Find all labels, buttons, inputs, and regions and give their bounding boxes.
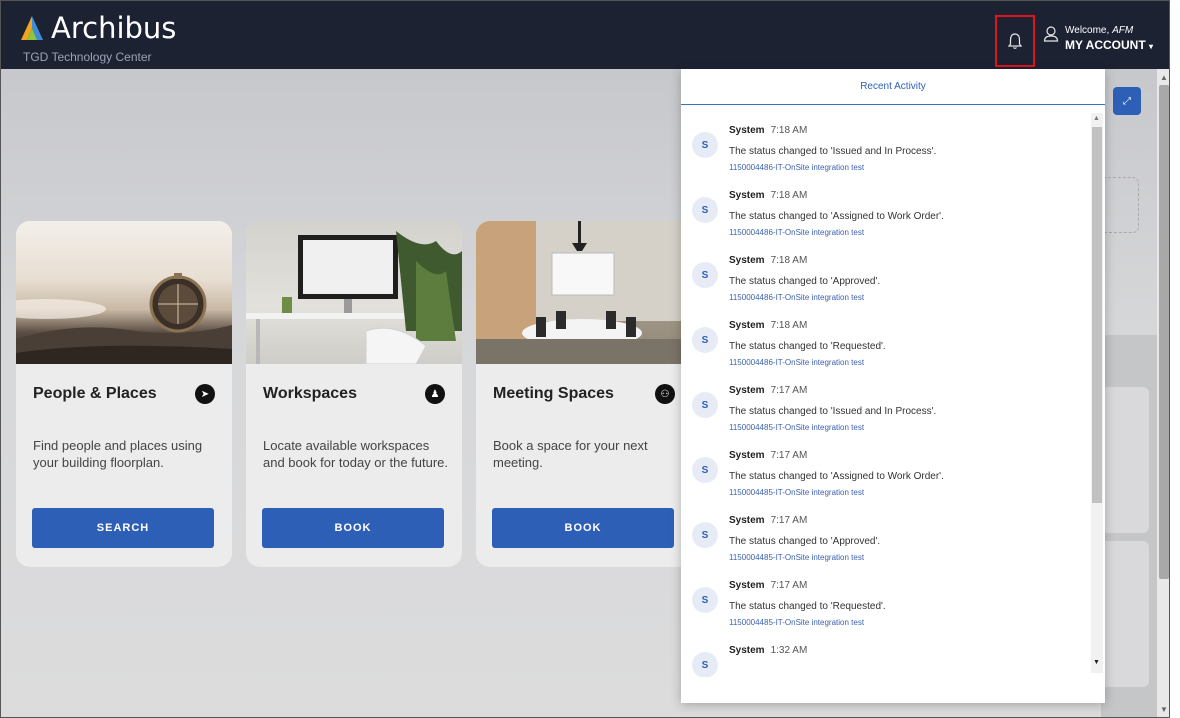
welcome-text: Welcome, AFM bbox=[1065, 25, 1134, 36]
card-title: Meeting Spaces bbox=[493, 385, 614, 402]
activity-message: The status changed to 'Issued and In Pro… bbox=[729, 406, 937, 417]
activity-message: The status changed to 'Approved'. bbox=[729, 276, 881, 287]
dashed-placeholder bbox=[1103, 177, 1139, 233]
scroll-down-icon[interactable]: ▼ bbox=[1160, 705, 1168, 714]
card-people-places: People & Places ➤ Find people and places… bbox=[16, 221, 232, 567]
panel-title: Recent Activity bbox=[681, 69, 1105, 105]
user-name: AFM bbox=[1112, 25, 1134, 36]
activity-link[interactable]: 1150004486-IT-OnSite integration test bbox=[729, 293, 864, 302]
avatar: S bbox=[692, 457, 718, 483]
account-menu[interactable]: Welcome, AFM MY ACCOUNT ▾ bbox=[1043, 25, 1153, 52]
expand-icon: ⤢ bbox=[1123, 95, 1131, 107]
scroll-down-icon[interactable]: ▼ bbox=[1093, 659, 1100, 666]
activity-time: 7:17 AM bbox=[770, 450, 808, 461]
activity-message: The status changed to 'Approved'. bbox=[729, 536, 881, 547]
caret-down-icon: ▾ bbox=[1149, 42, 1154, 51]
scroll-up-icon[interactable]: ▲ bbox=[1093, 115, 1100, 122]
bell-icon bbox=[1007, 33, 1023, 49]
avatar: S bbox=[692, 262, 718, 288]
archibus-logo[interactable]: Archibus bbox=[19, 11, 177, 45]
meeting-table-icon: ⚇ bbox=[655, 384, 675, 404]
activity-message: The status changed to 'Assigned to Work … bbox=[729, 471, 944, 482]
search-button[interactable]: SEARCH bbox=[32, 508, 214, 548]
activity-item[interactable]: S System 7:17 AM The status changed to 'I… bbox=[692, 385, 1082, 445]
chair-icon: ♟ bbox=[425, 384, 445, 404]
my-account-dropdown[interactable]: MY ACCOUNT ▾ bbox=[1065, 38, 1153, 52]
activity-item[interactable]: S System 7:18 AM The status changed to 'R… bbox=[692, 320, 1082, 380]
activity-message: The status changed to 'Requested'. bbox=[729, 601, 886, 612]
activity-time: 7:17 AM bbox=[770, 515, 808, 526]
activity-item[interactable]: S System 7:18 AM The status changed to 'A… bbox=[692, 190, 1082, 250]
activity-time: 7:17 AM bbox=[770, 385, 808, 396]
activity-user: System bbox=[729, 515, 765, 526]
activity-message: The status changed to 'Requested'. bbox=[729, 341, 886, 352]
activity-link[interactable]: 1150004486-IT-OnSite integration test bbox=[729, 163, 864, 172]
activity-user: System bbox=[729, 190, 765, 201]
activity-time: 7:17 AM bbox=[770, 580, 808, 591]
card-image-meeting-room bbox=[476, 221, 692, 364]
avatar: S bbox=[692, 652, 718, 677]
activity-user: System bbox=[729, 125, 765, 136]
user-icon bbox=[1043, 26, 1059, 42]
activity-scrollbar[interactable]: ▲ ▼ bbox=[1091, 113, 1103, 673]
activity-user: System bbox=[729, 320, 765, 331]
archibus-logo-icon bbox=[21, 16, 43, 40]
activity-message: The status changed to 'Issued and In Pro… bbox=[729, 146, 937, 157]
expand-button[interactable]: ⤢ bbox=[1113, 87, 1141, 115]
cursor-icon: ➤ bbox=[195, 384, 215, 404]
activity-link[interactable]: 1150004485-IT-OnSite integration test bbox=[729, 423, 864, 432]
activity-scrollbar-thumb[interactable] bbox=[1092, 127, 1102, 503]
activity-link[interactable]: 1150004486-IT-OnSite integration test bbox=[729, 228, 864, 237]
avatar: S bbox=[692, 327, 718, 353]
activity-item[interactable]: S System 1:32 AM bbox=[692, 645, 1082, 677]
book-workspace-button[interactable]: BOOK bbox=[262, 508, 444, 548]
activity-time: 1:32 AM bbox=[770, 645, 808, 656]
recent-activity-panel: Recent Activity S System 7:18 AM The stat… bbox=[681, 69, 1105, 703]
activity-time: 7:18 AM bbox=[770, 320, 808, 331]
card-title: People & Places bbox=[33, 385, 157, 402]
activity-link[interactable]: 1150004485-IT-OnSite integration test bbox=[729, 553, 864, 562]
app-window: Archibus TGD Technology Center Welcome, … bbox=[0, 0, 1170, 718]
activity-item[interactable]: S System 7:18 AM The status changed to 'A… bbox=[692, 255, 1082, 315]
card-description: Find people and places using your buildi… bbox=[33, 438, 203, 470]
book-meeting-button[interactable]: BOOK bbox=[492, 508, 674, 548]
avatar: S bbox=[692, 587, 718, 613]
app-name: Archibus bbox=[51, 11, 177, 45]
right-widget bbox=[1103, 387, 1149, 533]
avatar: S bbox=[692, 392, 718, 418]
activity-user: System bbox=[729, 385, 765, 396]
card-image-compass bbox=[16, 221, 232, 364]
card-image-desk bbox=[246, 221, 462, 364]
activity-user: System bbox=[729, 450, 765, 461]
right-widget bbox=[1103, 541, 1149, 687]
card-meeting-spaces: Meeting Spaces ⚇ Book a space for your n… bbox=[476, 221, 692, 567]
avatar: S bbox=[692, 197, 718, 223]
activity-user: System bbox=[729, 255, 765, 266]
activity-user: System bbox=[729, 580, 765, 591]
card-workspaces: Workspaces ♟ Locate available workspaces… bbox=[246, 221, 462, 567]
page-scrollbar-thumb[interactable] bbox=[1159, 85, 1169, 579]
activity-link[interactable]: 1150004485-IT-OnSite integration test bbox=[729, 488, 864, 497]
avatar: S bbox=[692, 132, 718, 158]
notifications-button[interactable] bbox=[995, 15, 1035, 67]
card-description: Book a space for your next meeting. bbox=[493, 438, 648, 470]
activity-link[interactable]: 1150004486-IT-OnSite integration test bbox=[729, 358, 864, 367]
avatar: S bbox=[692, 522, 718, 548]
scroll-up-icon[interactable]: ▲ bbox=[1160, 73, 1168, 82]
activity-time: 7:18 AM bbox=[770, 190, 808, 201]
activity-item[interactable]: S System 7:17 AM The status changed to 'A… bbox=[692, 515, 1082, 575]
activity-link[interactable]: 1150004485-IT-OnSite integration test bbox=[729, 618, 864, 627]
activity-time: 7:18 AM bbox=[770, 125, 808, 136]
top-header: Archibus TGD Technology Center Welcome, … bbox=[1, 1, 1169, 69]
site-name: TGD Technology Center bbox=[23, 50, 152, 64]
activity-item[interactable]: S System 7:18 AM The status changed to 'I… bbox=[692, 125, 1082, 185]
activity-item[interactable]: S System 7:17 AM The status changed to 'R… bbox=[692, 580, 1082, 640]
card-description: Locate available workspaces and book for… bbox=[263, 438, 449, 470]
card-title: Workspaces bbox=[263, 385, 357, 402]
activity-user: System bbox=[729, 645, 765, 656]
activity-message: The status changed to 'Assigned to Work … bbox=[729, 211, 944, 222]
activity-list[interactable]: S System 7:18 AM The status changed to 'I… bbox=[681, 109, 1093, 677]
activity-item[interactable]: S System 7:17 AM The status changed to 'A… bbox=[692, 450, 1082, 510]
activity-time: 7:18 AM bbox=[770, 255, 808, 266]
